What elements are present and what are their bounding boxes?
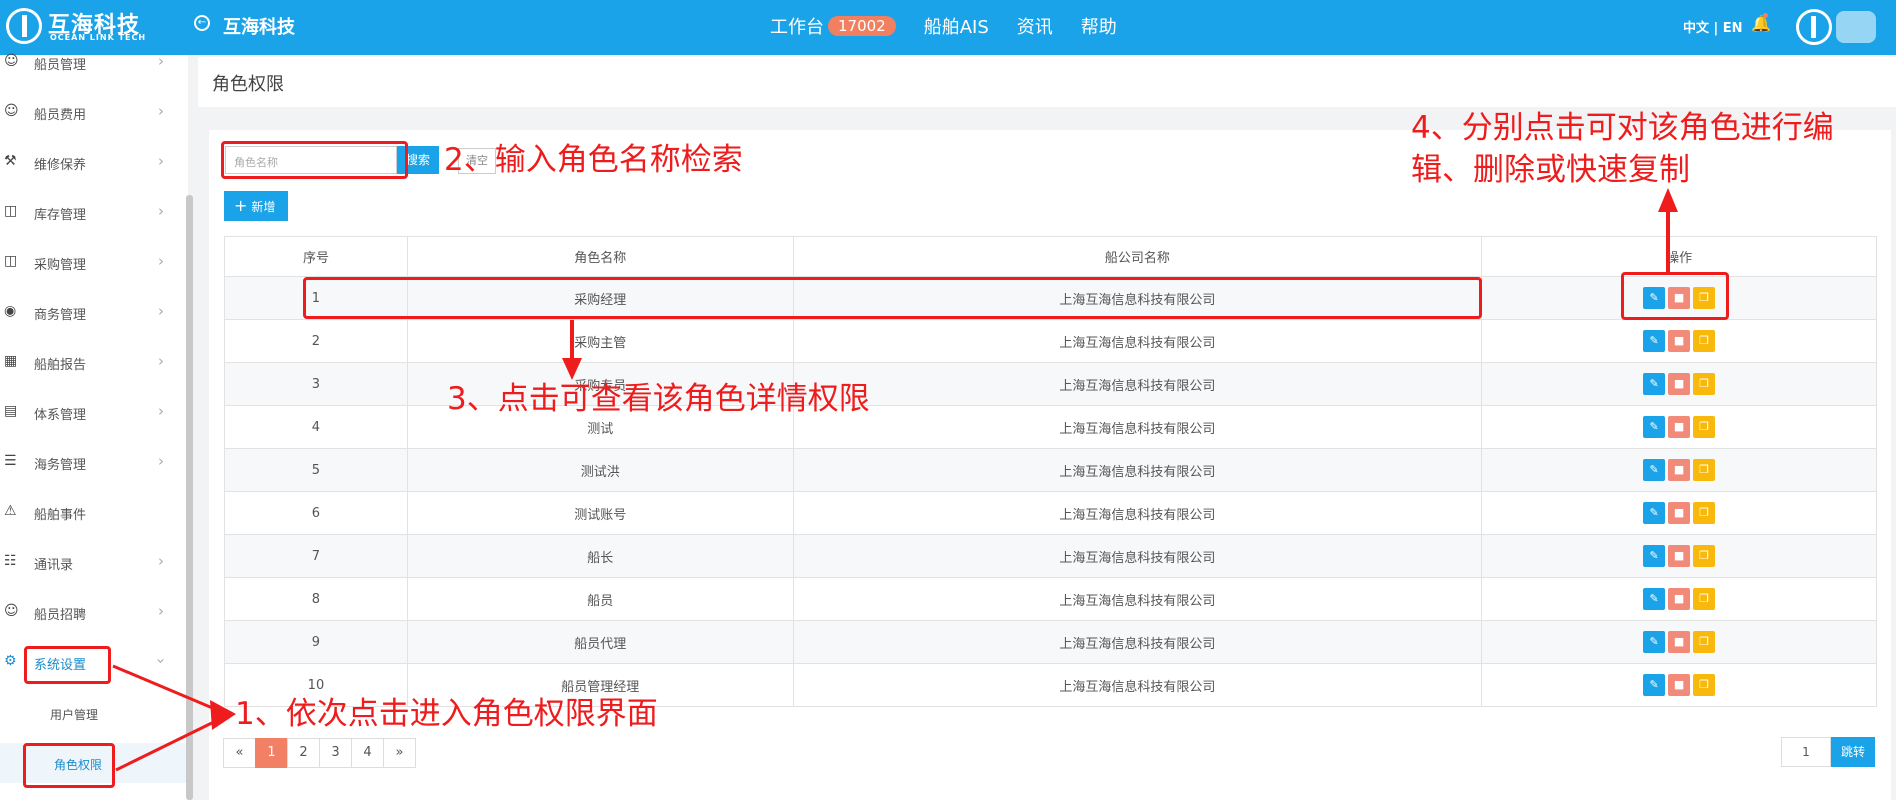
annotation-step2: 2、输入角色名称检索 bbox=[444, 142, 743, 178]
annotation-step1: 1、依次点击进入角色权限界面 bbox=[235, 696, 658, 732]
annotation-step4-line1: 4、分别点击可对该角色进行编 bbox=[1411, 110, 1834, 146]
annotation-step4-line2: 辑、删除或快速复制 bbox=[1411, 152, 1690, 188]
annotation-step3: 3、点击可查看该角色详情权限 bbox=[447, 381, 870, 417]
